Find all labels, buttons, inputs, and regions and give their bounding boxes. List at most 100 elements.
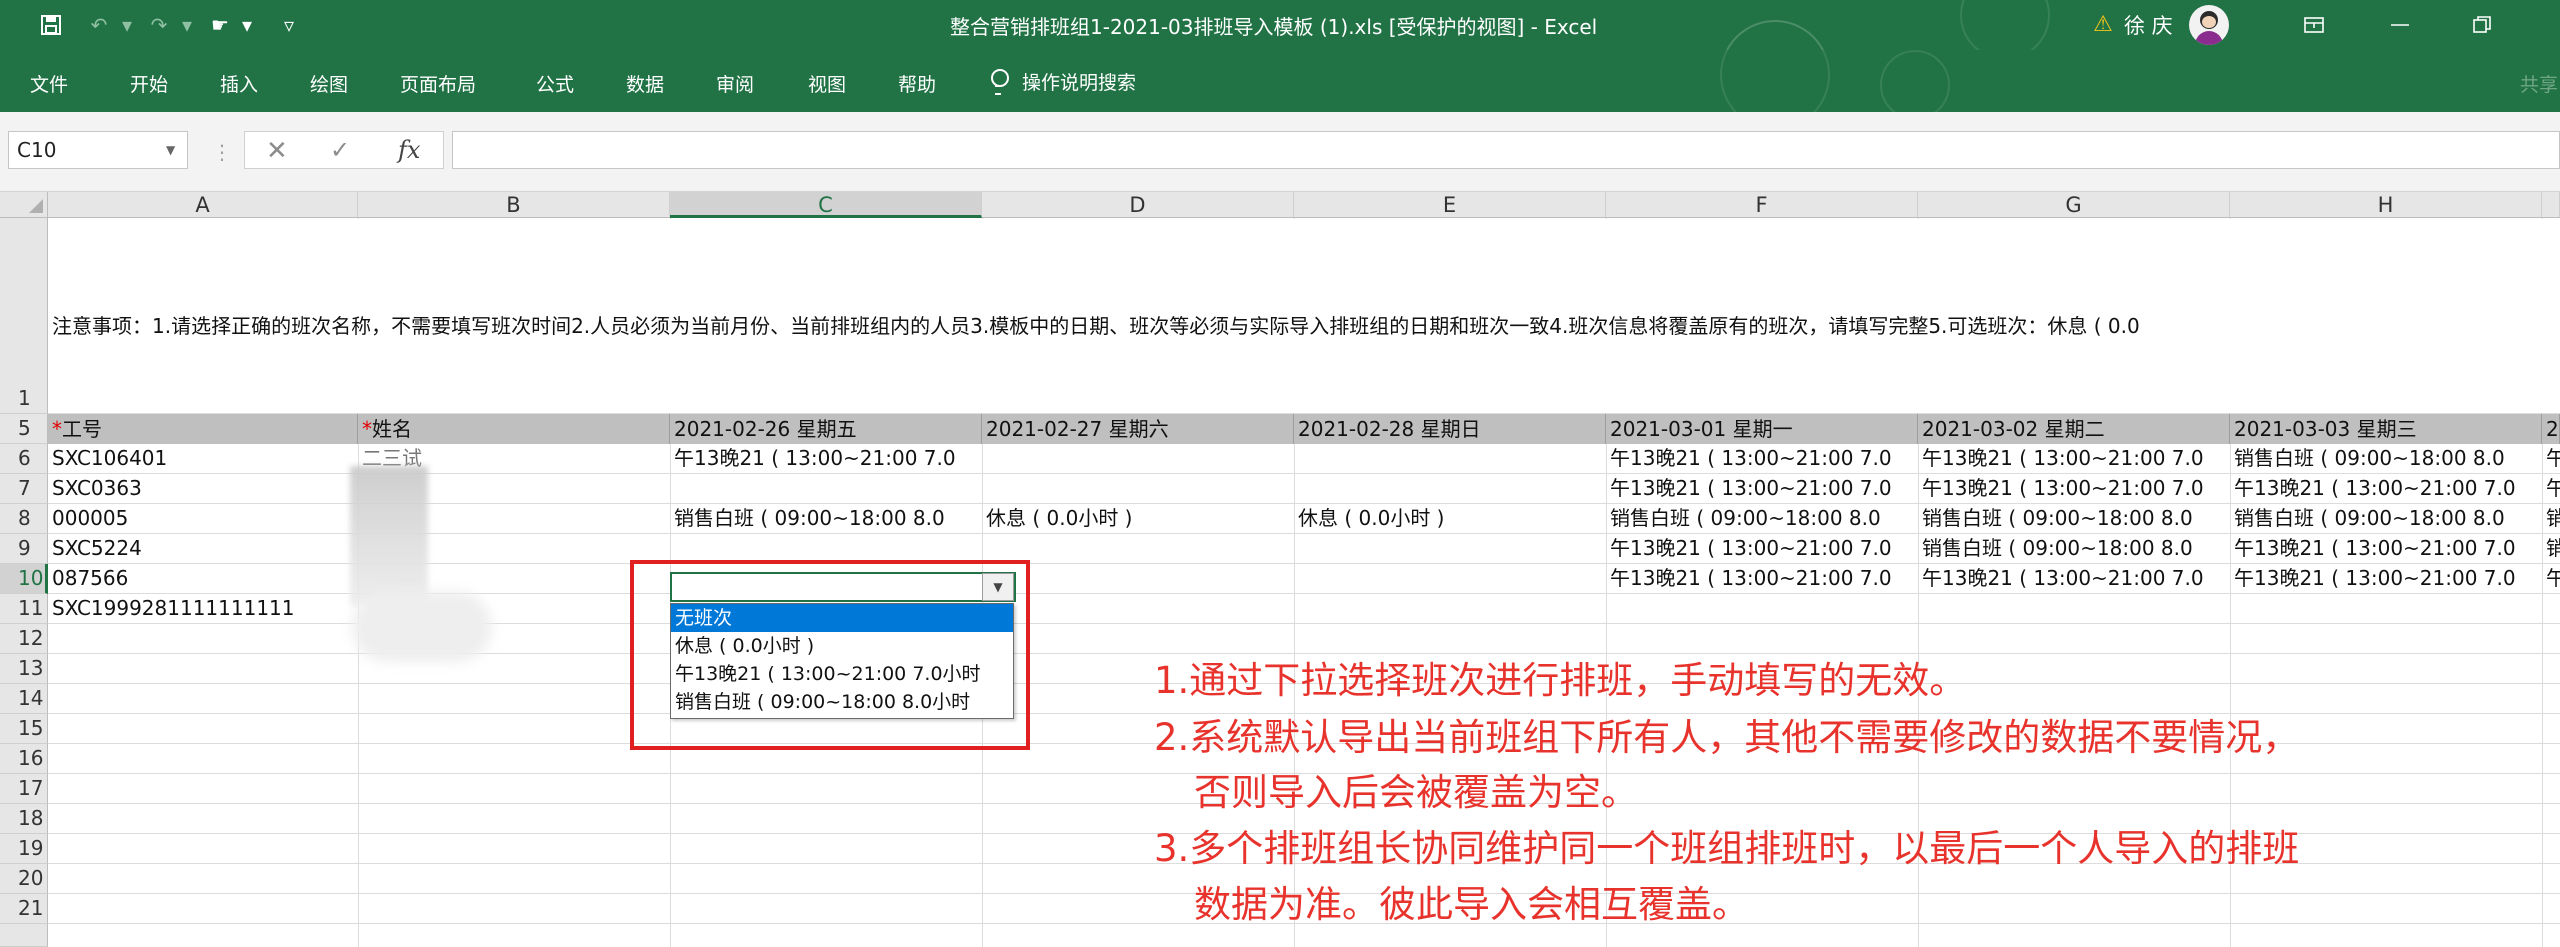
name-box[interactable]: C10 bbox=[8, 131, 188, 169]
cell-shift[interactable]: 午13晚21 ( 13:00~21:00 7.0 bbox=[1606, 444, 1918, 474]
customize-qat-icon[interactable]: ▿ bbox=[280, 12, 298, 38]
name-box-dropdown-icon[interactable]: ▼ bbox=[166, 143, 175, 157]
redo-icon[interactable]: ↷ bbox=[146, 12, 172, 38]
cell-shift[interactable]: 午13晚21 ( 13:00~21:00 7.0 bbox=[2230, 474, 2542, 504]
cell-shift[interactable]: 休息 ( 0.0小时 ) bbox=[982, 504, 1294, 534]
row-header-12[interactable]: 12 bbox=[0, 624, 48, 654]
minimize-icon[interactable] bbox=[2370, 0, 2430, 50]
tab-formulas[interactable]: 公式 bbox=[536, 70, 574, 97]
row-header-19[interactable]: 19 bbox=[0, 834, 48, 864]
cell-shift[interactable]: 午13晚21 ( 13:00~21:00 7.0 bbox=[670, 444, 982, 474]
row-header-15[interactable]: 15 bbox=[0, 714, 48, 744]
header-name[interactable]: *姓名 bbox=[358, 414, 670, 444]
restore-icon[interactable] bbox=[2452, 0, 2512, 50]
cell-shift[interactable]: 销 bbox=[2542, 504, 2560, 534]
cell-shift[interactable]: 午13晚21 ( 13:00~21:00 7.0 bbox=[2230, 534, 2542, 564]
cell-emp-id[interactable]: SXC5224 bbox=[48, 534, 358, 564]
row-header-10[interactable]: 10 bbox=[0, 564, 48, 594]
cell-shift[interactable]: 午 bbox=[2542, 474, 2560, 504]
cell-shift[interactable]: 午 bbox=[2542, 444, 2560, 474]
notice-text[interactable]: 注意事项：1.请选择正确的班次名称，不需要填写班次时间2.人员必须为当前月份、当… bbox=[52, 310, 2140, 339]
header-date[interactable]: 2021-03-03 星期三 bbox=[2230, 414, 2542, 444]
select-all-button[interactable] bbox=[0, 192, 48, 218]
tab-home[interactable]: 开始 bbox=[130, 70, 168, 97]
cell-emp-id[interactable]: 087566 bbox=[48, 564, 358, 594]
cell-emp-id[interactable]: SXC0363 bbox=[48, 474, 358, 504]
row-header-5[interactable]: 5 bbox=[0, 414, 48, 444]
enter-icon[interactable]: ✓ bbox=[330, 136, 350, 164]
row-header-14[interactable]: 14 bbox=[0, 684, 48, 714]
row-header-7[interactable]: 7 bbox=[0, 474, 48, 504]
cell-shift[interactable]: 午13晚21 ( 13:00~21:00 7.0 bbox=[1918, 564, 2230, 594]
tab-file[interactable]: 文件 bbox=[30, 70, 68, 97]
cell-shift[interactable]: 销售白班 ( 09:00~18:00 8.0 bbox=[2230, 444, 2542, 474]
cell-shift[interactable]: 午 bbox=[2542, 564, 2560, 594]
undo-icon[interactable]: ↶ bbox=[86, 12, 112, 38]
row-header-16[interactable]: 16 bbox=[0, 744, 48, 774]
header-date[interactable]: 2021-03-02 星期二 bbox=[1918, 414, 2230, 444]
tab-help[interactable]: 帮助 bbox=[898, 70, 936, 97]
cell-shift[interactable]: 午13晚21 ( 13:00~21:00 7.0 bbox=[1606, 534, 1918, 564]
header-date[interactable]: 2021-02-26 星期五 bbox=[670, 414, 982, 444]
tab-view[interactable]: 视图 bbox=[808, 70, 846, 97]
column-header-h[interactable]: H bbox=[2230, 192, 2542, 218]
cell-shift[interactable]: 销售白班 ( 09:00~18:00 8.0 bbox=[2230, 504, 2542, 534]
column-header-i[interactable] bbox=[2542, 192, 2560, 218]
cell-emp-id[interactable]: SXC1999281111111111 bbox=[48, 594, 378, 624]
tell-me-search[interactable]: 操作说明搜索 bbox=[990, 68, 1136, 95]
cell-shift[interactable]: 午13晚21 ( 13:00~21:00 7.0 bbox=[1918, 444, 2230, 474]
tab-draw[interactable]: 绘图 bbox=[310, 70, 348, 97]
column-header-e[interactable]: E bbox=[1294, 192, 1606, 218]
tab-review[interactable]: 审阅 bbox=[716, 70, 754, 97]
row-header-6[interactable]: 6 bbox=[0, 444, 48, 474]
redo-dropdown-icon[interactable]: ▾ bbox=[180, 12, 194, 38]
cell-shift[interactable]: 销售白班 ( 09:00~18:00 8.0 bbox=[1918, 534, 2230, 564]
touch-mode-dropdown-icon[interactable]: ▾ bbox=[240, 12, 254, 38]
row-header-1[interactable]: 1 bbox=[0, 218, 48, 414]
cell-emp-id[interactable]: 000005 bbox=[48, 504, 358, 534]
column-header-g[interactable]: G bbox=[1918, 192, 2230, 218]
row-header-21[interactable]: 21 bbox=[0, 894, 48, 924]
header-date[interactable]: 2021-03-01 星期一 bbox=[1606, 414, 1918, 444]
column-header-c[interactable]: C bbox=[670, 192, 982, 218]
formula-input[interactable] bbox=[452, 131, 2560, 169]
cell-emp-id[interactable]: SXC106401 bbox=[48, 444, 358, 474]
header-date[interactable]: 2021-02-27 星期六 bbox=[982, 414, 1294, 444]
cell-shift[interactable]: 午13晚21 ( 13:00~21:00 7.0 bbox=[1918, 474, 2230, 504]
touch-mode-icon[interactable]: ☛ bbox=[208, 12, 232, 38]
insert-function-icon[interactable]: fx bbox=[398, 136, 420, 164]
share-button[interactable]: 共享 bbox=[2520, 70, 2558, 97]
cell-shift[interactable]: 午13晚21 ( 13:00~21:00 7.0 bbox=[1606, 474, 1918, 504]
row-header-18[interactable]: 18 bbox=[0, 804, 48, 834]
header-emp-id[interactable]: *工号 bbox=[48, 414, 358, 444]
header-date[interactable]: 2021-02-28 星期日 bbox=[1294, 414, 1606, 444]
row-header-8[interactable]: 8 bbox=[0, 504, 48, 534]
column-header-b[interactable]: B bbox=[358, 192, 670, 218]
tab-page-layout[interactable]: 页面布局 bbox=[400, 70, 476, 97]
cell-shift[interactable]: 销售白班 ( 09:00~18:00 8.0 bbox=[670, 504, 982, 534]
cell-shift[interactable]: 午13晚21 ( 13:00~21:00 7.0 bbox=[2230, 564, 2542, 594]
tab-data[interactable]: 数据 bbox=[626, 70, 664, 97]
row-header-17[interactable]: 17 bbox=[0, 774, 48, 804]
ribbon-display-options-icon[interactable] bbox=[2284, 0, 2344, 50]
cell-shift[interactable]: 午13晚21 ( 13:00~21:00 7.0 bbox=[1606, 564, 1918, 594]
column-header-f[interactable]: F bbox=[1606, 192, 1918, 218]
row-header-9[interactable]: 9 bbox=[0, 534, 48, 564]
avatar[interactable] bbox=[2188, 5, 2229, 45]
user-area[interactable]: ⚠ 徐 庆 bbox=[2090, 5, 2229, 45]
header-date[interactable]: 20 bbox=[2542, 414, 2560, 444]
tab-insert[interactable]: 插入 bbox=[220, 70, 258, 97]
column-header-d[interactable]: D bbox=[982, 192, 1294, 218]
column-header-a[interactable]: A bbox=[48, 192, 358, 218]
row-header-20[interactable]: 20 bbox=[0, 864, 48, 894]
row-header-13[interactable]: 13 bbox=[0, 654, 48, 684]
cell-shift[interactable]: 休息 ( 0.0小时 ) bbox=[1294, 504, 1606, 534]
cell-shift[interactable]: 销 bbox=[2542, 534, 2560, 564]
row-header-11[interactable]: 11 bbox=[0, 594, 48, 624]
save-icon[interactable] bbox=[38, 12, 64, 38]
row-header-22[interactable] bbox=[0, 924, 48, 947]
undo-dropdown-icon[interactable]: ▾ bbox=[120, 12, 134, 38]
cell-shift[interactable]: 销售白班 ( 09:00~18:00 8.0 bbox=[1606, 504, 1918, 534]
cell-shift[interactable]: 销售白班 ( 09:00~18:00 8.0 bbox=[1918, 504, 2230, 534]
cancel-icon[interactable]: ✕ bbox=[266, 136, 288, 166]
